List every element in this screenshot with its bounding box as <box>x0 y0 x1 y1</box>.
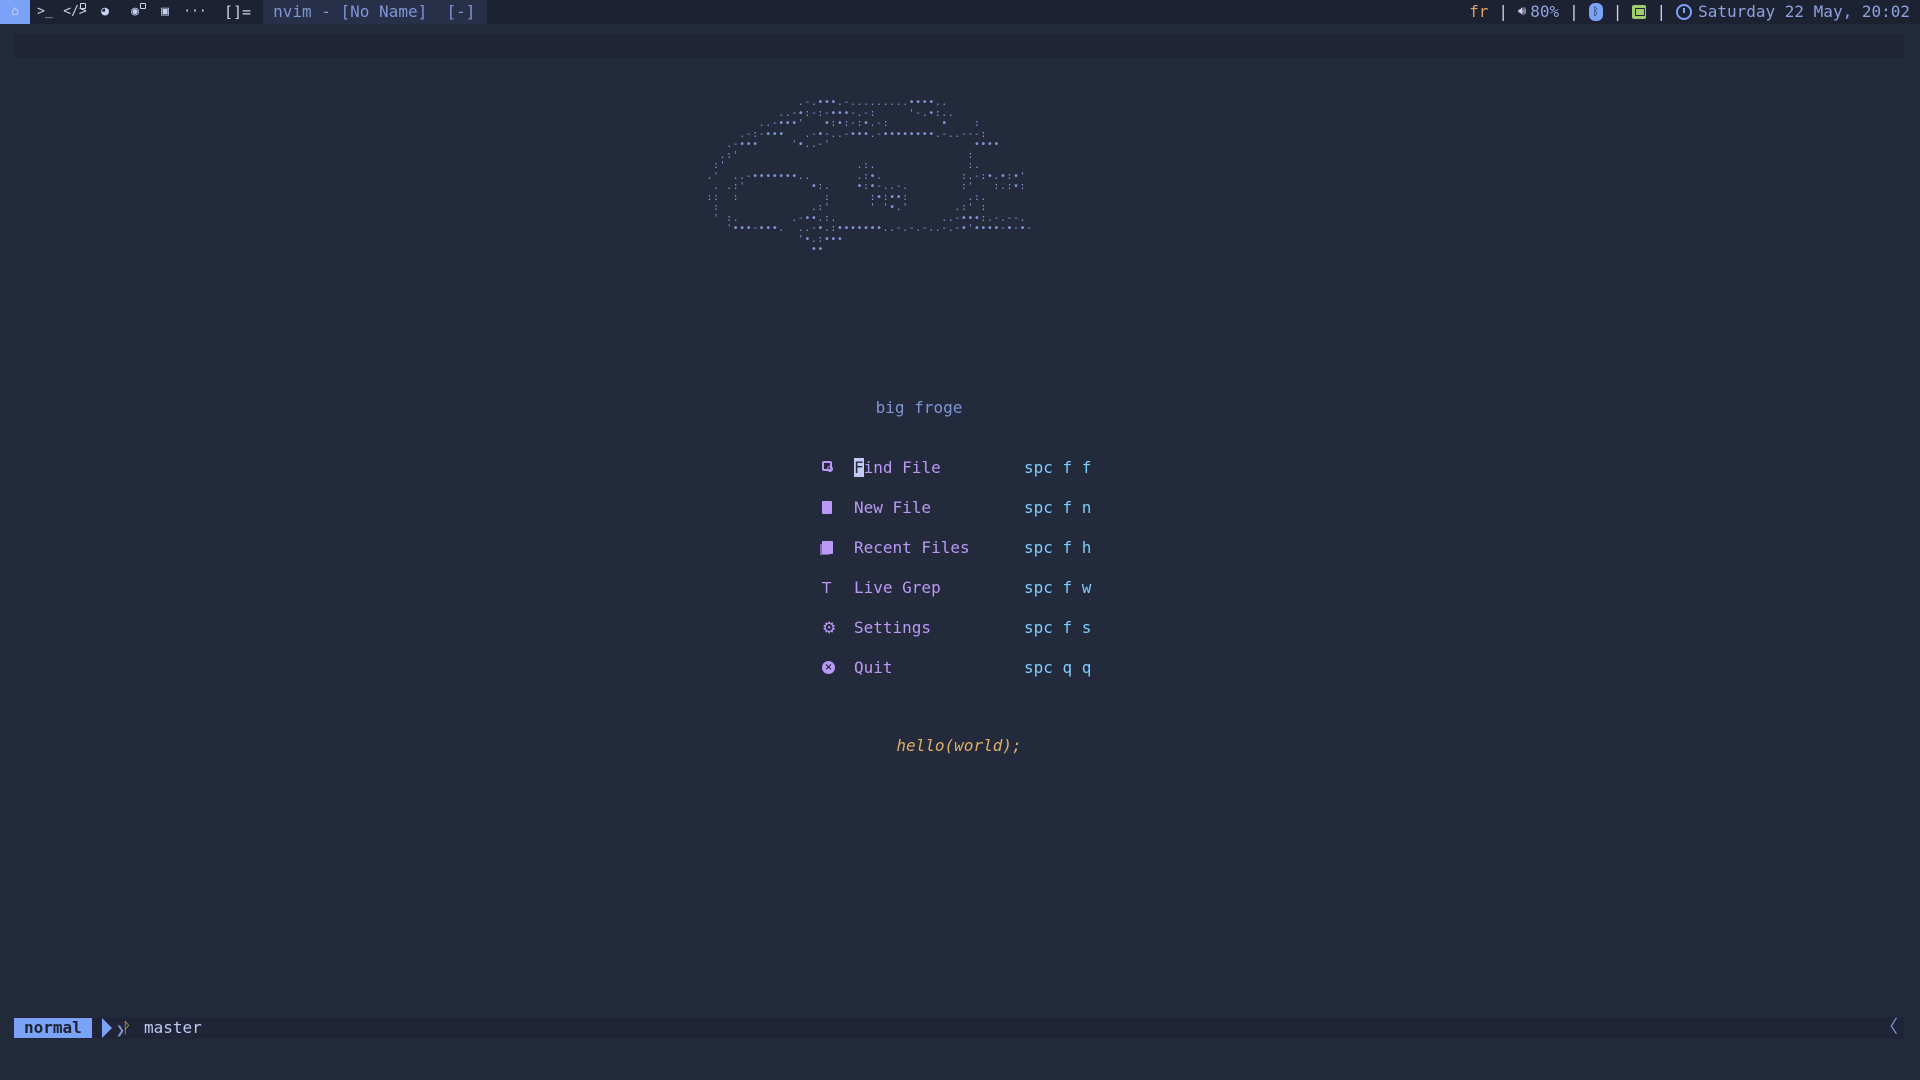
menu-item-settings[interactable]: ⚙ Settings spc f s <box>822 616 1142 656</box>
menu-shortcut: spc f h <box>1024 538 1092 557</box>
discord-icon: ▣ <box>161 4 169 19</box>
menu-item-new-file[interactable]: New File spc f n <box>822 496 1142 536</box>
window-title: nvim - [No Name] [-] <box>263 0 488 24</box>
clock-icon <box>1676 4 1693 20</box>
menu-item-live-grep[interactable]: T Live Grep spc f w <box>822 576 1142 616</box>
more-icon: ··· <box>183 4 207 19</box>
workspace-list: ⌂ >_ </> ◕ ◉ ▣ ··· []= nvim - [No Name] … <box>0 0 488 24</box>
menu-label: Live Grep <box>854 578 941 597</box>
workspace-browser[interactable]: ◕ <box>90 0 120 24</box>
top-bar: ⌂ >_ </> ◕ ◉ ▣ ··· []= nvim - [No Name] … <box>0 0 1920 24</box>
monitor-icon[interactable] <box>1632 5 1647 19</box>
volume-level[interactable]: 80% <box>1530 0 1559 24</box>
menu-item-recent-files[interactable]: Recent Files spc f h <box>822 536 1142 576</box>
gear-icon: ⚙ <box>822 618 837 637</box>
volume-icon[interactable]: 🔊︎ <box>1518 0 1526 24</box>
firefox-icon: ◕ <box>101 4 109 19</box>
datetime[interactable]: Saturday 22 May, 20:02 <box>1698 0 1910 24</box>
separator: | <box>1612 2 1623 21</box>
art-caption: big froge <box>875 398 963 417</box>
mode-indicator: normal <box>14 1018 92 1038</box>
separator: | <box>1498 2 1509 21</box>
bluetooth-icon[interactable]: ᛒ <box>1588 3 1603 21</box>
menu-shortcut: spc f w <box>1024 578 1092 597</box>
dashboard-footer: hello(world); <box>896 736 1022 755</box>
ascii-art-frog: .-.•••.-.........••••.. ..-•:-:-•••-.-: … <box>700 97 1180 388</box>
cursor: F <box>854 458 864 477</box>
menu-shortcut: spc q q <box>1024 658 1092 677</box>
occupied-indicator <box>140 3 146 9</box>
home-icon: ⌂ <box>11 4 19 19</box>
git-branch-icon: ᚹ <box>122 1019 132 1037</box>
statusline-right-glyph: 〈 <box>1880 1017 1898 1038</box>
menu-label-rest: ind File <box>863 458 941 477</box>
separator: | <box>1656 2 1667 21</box>
search-file-icon <box>822 461 833 472</box>
nvim-statusline: normal ❯ ᚹ master 〈 <box>14 1017 1904 1039</box>
menu-item-quit[interactable]: × Quit spc q q <box>822 656 1142 696</box>
keyboard-layout[interactable]: fr <box>1469 0 1488 24</box>
recent-files-icon <box>822 541 833 554</box>
ascii-art-text: .-.•••.-.........••••.. ..-•:-:-•••-.-: … <box>706 97 1033 255</box>
workspace-home[interactable]: ⌂ <box>0 0 30 24</box>
text-grep-icon: T <box>822 579 832 597</box>
nvim-tabline <box>14 34 1904 58</box>
dashboard-menu: Find File spc f f New File spc f n Recen… <box>822 456 1142 696</box>
terminal-icon: >_ <box>37 4 53 19</box>
status-area: fr | 🔊︎ 80% | ᛒ | | Saturday 22 May, 20:… <box>1469 0 1910 24</box>
new-file-icon <box>822 501 832 514</box>
workspace-terminal[interactable]: >_ <box>30 0 60 24</box>
workspace-discord[interactable]: ▣ <box>150 0 180 24</box>
window-title-text: nvim - [No Name] [-] <box>273 2 476 21</box>
menu-label: Quit <box>854 658 893 677</box>
menu-label: Recent Files <box>854 538 970 557</box>
mode-separator <box>102 1018 112 1038</box>
separator: | <box>1569 2 1579 21</box>
menu-item-find-file[interactable]: Find File spc f f <box>822 456 1142 496</box>
occupied-indicator <box>80 3 86 9</box>
close-circle-icon: × <box>822 661 835 674</box>
workspace-code[interactable]: </> <box>60 0 90 24</box>
workspace-steam[interactable]: ◉ <box>120 0 150 24</box>
menu-shortcut: spc f s <box>1024 618 1092 637</box>
menu-shortcut: spc f f <box>1024 458 1092 477</box>
layout-indicator[interactable]: []= <box>224 0 251 24</box>
menu-label: Settings <box>854 618 932 637</box>
menu-label: New File <box>854 498 932 517</box>
workspace-more[interactable]: ··· <box>180 0 210 24</box>
menu-shortcut: spc f n <box>1024 498 1092 517</box>
menu-label: Find File <box>854 456 941 480</box>
git-branch-name: master <box>144 1018 202 1037</box>
